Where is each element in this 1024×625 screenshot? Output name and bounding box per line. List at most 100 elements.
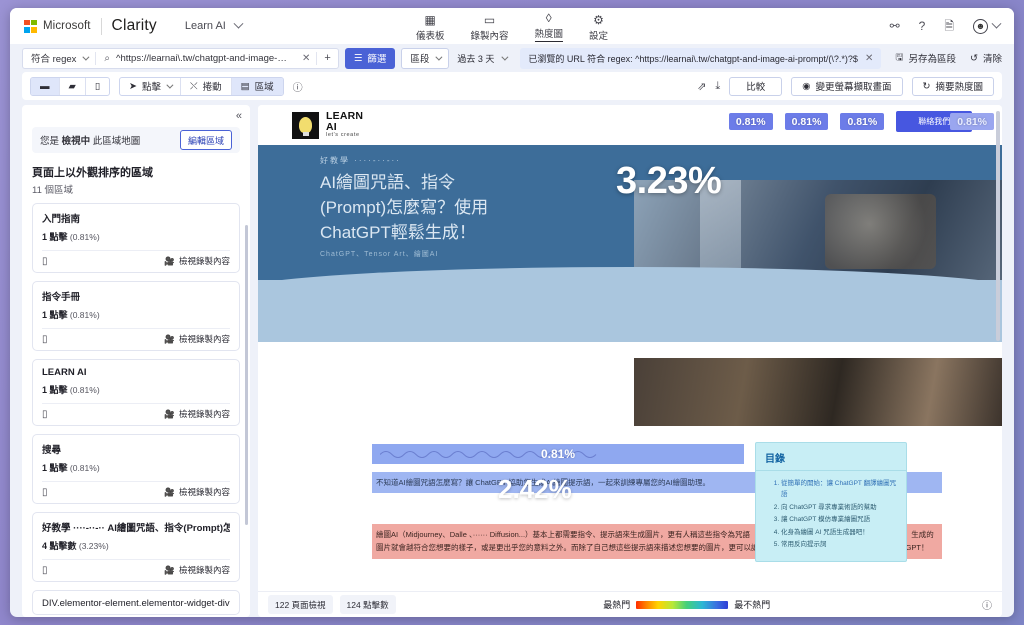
clarity-app-window: Microsoft Clarity Learn AI ▦ 儀表板 ▭ 錄製內容 … xyxy=(10,8,1014,617)
device-tablet-button[interactable]: ▰ xyxy=(60,78,86,95)
area-card-footer: ▯ 🎥 檢視錄製內容 xyxy=(42,255,230,267)
view-recordings-link[interactable]: 🎥 檢視錄製內容 xyxy=(164,408,230,420)
applied-filter-chip[interactable]: 已瀏覽的 URL 符合 regex: ^https://learnai\.tw/… xyxy=(520,48,881,69)
search-icon: ⌕ xyxy=(104,53,110,64)
desktop-icon: ▬ xyxy=(40,81,50,92)
area-stats: 1 點擊 (0.81%) xyxy=(42,461,230,474)
chevron-down-icon xyxy=(436,53,443,60)
mode-area-button[interactable]: ▤ 區域 xyxy=(232,78,283,95)
view-recordings-label: 檢視錄製內容 xyxy=(179,408,230,420)
chevron-down-icon xyxy=(502,53,509,60)
areas-count: 11 個區域 xyxy=(32,182,240,196)
collapse-left-icon[interactable]: « xyxy=(236,110,242,122)
area-card[interactable]: 入門指南 1 點擊 (0.81%) ▯ 🎥 檢視錄製內容 xyxy=(32,203,240,273)
legend-cold-label: 最不熱門 xyxy=(734,598,770,611)
toc-title: 目錄 xyxy=(765,450,897,465)
project-selector[interactable]: Learn AI xyxy=(185,20,242,32)
add-url-filter-button[interactable]: + xyxy=(317,49,337,68)
toc-item[interactable]: 化身為繪圖 AI 咒語生成器吧！ xyxy=(781,527,897,538)
divider xyxy=(101,18,102,35)
toc-item[interactable]: 向 ChatGPT 尋求專業術語的幫助 xyxy=(781,502,897,513)
pageviews-badge: 122 頁面檢視 xyxy=(268,595,333,614)
area-title: DIV.elementor-element.elementor-widget-d… xyxy=(42,598,230,609)
info-icon[interactable]: ⓘ xyxy=(293,79,303,94)
area-card[interactable]: 指令手冊 1 點擊 (0.81%) ▯ 🎥 檢視錄製內容 xyxy=(32,281,240,351)
url-input[interactable]: ⌕ ^https://learnai\.tw/chatgpt-and-image… xyxy=(96,49,296,68)
mode-click-button[interactable]: ➤ 點擊 xyxy=(120,78,181,95)
divider xyxy=(756,470,906,471)
clear-url-button[interactable]: ✕ xyxy=(296,49,316,68)
change-screenshot-button[interactable]: ◉ 變更螢幕擷取畫面 xyxy=(791,77,902,96)
area-pct: (0.81%) xyxy=(70,310,100,320)
view-recordings-link[interactable]: 🎥 檢視錄製內容 xyxy=(164,564,230,576)
table-of-contents[interactable]: 目錄 從簡單的開始：讓 ChatGPT 翻譯繪圖咒語 向 ChatGPT 尋求專… xyxy=(755,442,907,562)
mode-click-label: 點擊 xyxy=(142,79,161,93)
device-desktop-button[interactable]: ▬ xyxy=(31,78,60,95)
mobile-icon: ▯ xyxy=(42,334,48,345)
edit-areas-button[interactable]: 編輯區域 xyxy=(180,130,232,150)
chevron-down-icon xyxy=(992,18,1002,28)
toc-item[interactable]: 讓 ChatGPT 模仿專業繪圖咒語 xyxy=(781,514,897,525)
help-icon[interactable]: ? xyxy=(919,20,926,32)
view-recordings-link[interactable]: 🎥 檢視錄製內容 xyxy=(164,255,230,267)
close-icon: ✕ xyxy=(302,53,310,64)
viewer-scrollbar[interactable] xyxy=(996,111,1000,341)
heat-badge: 0.81% xyxy=(840,113,884,130)
clarity-brand[interactable]: Clarity xyxy=(112,17,157,35)
area-card[interactable]: 搜尋 1 點擊 (0.81%) ▯ 🎥 檢視錄製內容 xyxy=(32,434,240,504)
areas-panel: « 您是 檢視中 此區域地圖 編輯區域 頁面上以外觀排序的區域 11 個區域 入… xyxy=(22,105,250,617)
compare-button[interactable]: 比較 xyxy=(729,77,782,96)
page-screenshot[interactable]: LEARN AI let's create 0.81% 0.81% 0.81% … xyxy=(258,105,1002,591)
info-icon[interactable]: ⓘ xyxy=(982,597,992,612)
area-card[interactable]: 好教學 ····-··-·· AI繪圖咒語、指令(Prompt)怎麼寫 4 點擊… xyxy=(32,512,240,582)
nav-recordings[interactable]: ▭ 錄製內容 xyxy=(470,14,508,44)
device-toggle-group: ▬ ▰ ▯ xyxy=(30,77,110,96)
chevron-down-icon xyxy=(83,53,90,60)
share-network-icon[interactable]: ⚯ xyxy=(890,20,900,32)
divider xyxy=(42,559,230,560)
area-card[interactable]: DIV.elementor-element.elementor-widget-d… xyxy=(32,590,240,615)
divider-widget[interactable]: 0.81% xyxy=(372,444,744,464)
segment-button[interactable]: 區段 xyxy=(401,48,449,69)
area-card[interactable]: LEARN AI 1 點擊 (0.81%) ▯ 🎥 檢視錄製內容 xyxy=(32,359,240,426)
legend-gradient xyxy=(636,601,728,609)
wave-divider xyxy=(258,280,1002,342)
save-icon: 🖫 xyxy=(895,50,903,66)
toc-item[interactable]: 從簡單的開始：讓 ChatGPT 翻譯繪圖咒語 xyxy=(781,478,897,501)
clear-filters-button[interactable]: ↺ 清除 xyxy=(970,51,1002,65)
microsoft-logo[interactable]: Microsoft xyxy=(24,20,91,33)
close-icon[interactable]: ✕ xyxy=(865,53,873,64)
view-recordings-link[interactable]: 🎥 檢視錄製內容 xyxy=(164,486,230,498)
video-icon: 🎥 xyxy=(164,256,175,267)
mobile-icon: ▯ xyxy=(42,256,48,267)
nav-dashboard[interactable]: ▦ 儀表板 xyxy=(416,14,445,44)
video-icon: 🎥 xyxy=(164,334,175,345)
mode-scroll-button[interactable]: ⤬ 捲動 xyxy=(181,78,232,95)
date-range-button[interactable]: 過去 3 天 xyxy=(455,48,514,69)
divider-heat-percent: 0.81% xyxy=(541,447,575,461)
heat-badge-trailing: 0.81% xyxy=(950,113,994,130)
area-card-footer: ▯ 🎥 檢視錄製內容 xyxy=(42,564,230,576)
left-panel-scrollbar[interactable] xyxy=(245,225,248,525)
save-segment-button[interactable]: 🖫 另存為區段 xyxy=(895,50,956,66)
share-icon[interactable]: ⇗ xyxy=(697,80,706,93)
nav-recordings-label: 錄製內容 xyxy=(470,28,508,42)
account-menu[interactable]: ☻ xyxy=(973,19,1000,34)
view-recordings-link[interactable]: 🎥 檢視錄製內容 xyxy=(164,333,230,345)
docs-icon[interactable]: 🗎 xyxy=(944,20,954,32)
match-type-select[interactable]: 符合 regex xyxy=(23,49,95,68)
filter-button[interactable]: ☰ 篩選 xyxy=(345,48,396,69)
summary-heatmap-button[interactable]: ↻ 摘要熱度圖 xyxy=(912,77,994,96)
hero-heat-percent: 3.23% xyxy=(616,160,721,203)
device-mobile-button[interactable]: ▯ xyxy=(86,78,109,95)
area-card-footer: ▯ 🎥 檢視錄製內容 xyxy=(42,333,230,345)
toc-item[interactable]: 常用反向提示詞 xyxy=(781,539,897,550)
view-recordings-label: 檢視錄製內容 xyxy=(179,255,230,267)
download-icon[interactable]: ⤓ xyxy=(715,80,720,93)
nav-heatmaps[interactable]: ◊ 熱度圖 xyxy=(535,12,564,44)
view-recordings-label: 檢視錄製內容 xyxy=(179,564,230,576)
intro-heat-percent: 2.42% xyxy=(498,474,572,505)
nav-settings[interactable]: ⚙ 設定 xyxy=(589,14,608,44)
area-card-footer: ▯ 🎥 檢視錄製內容 xyxy=(42,408,230,420)
areas-card-list[interactable]: 入門指南 1 點擊 (0.81%) ▯ 🎥 檢視錄製內容 xyxy=(22,203,250,617)
